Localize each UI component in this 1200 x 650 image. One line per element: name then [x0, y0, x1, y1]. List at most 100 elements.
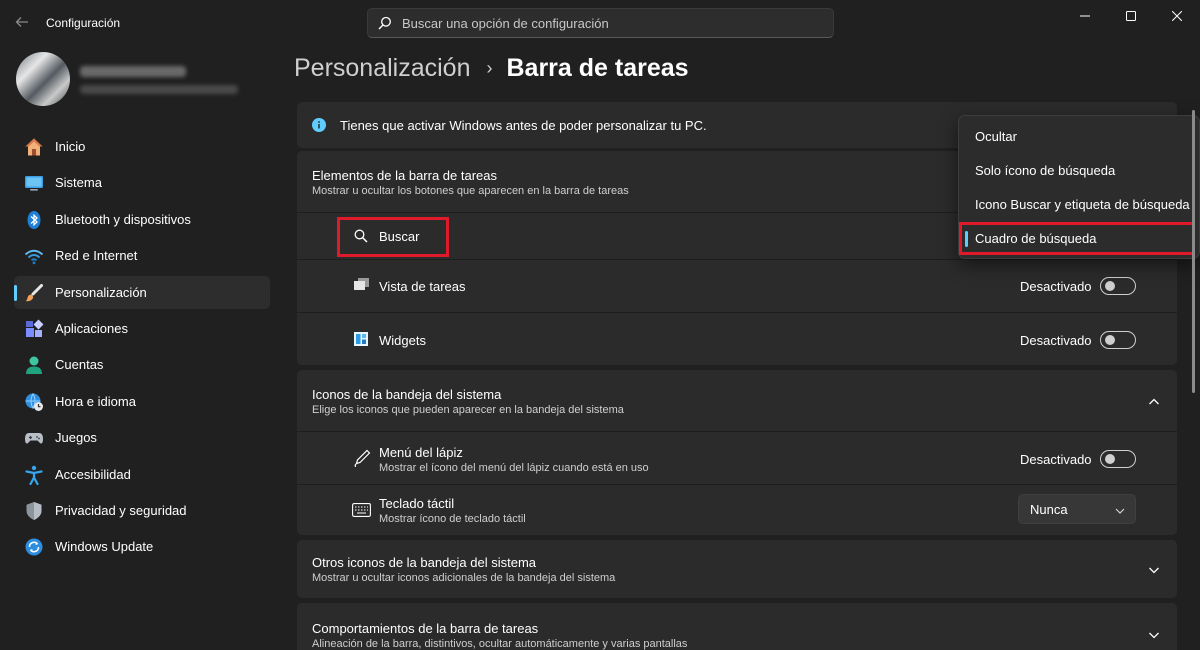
section-subtitle: Alineación de la barra, distintivos, ocu…	[312, 638, 688, 650]
sidebar-item-privacidad[interactable]: Privacidad y seguridad	[14, 494, 270, 527]
pen-menu-state: Desactivado	[1020, 452, 1092, 467]
sidebar-item-juegos[interactable]: Juegos	[14, 421, 270, 454]
app-title: Configuración	[46, 16, 121, 30]
chevron-down-icon	[1114, 504, 1126, 516]
settings-search-box[interactable]	[367, 8, 834, 38]
sidebar-item-personalizacion[interactable]: Personalización	[14, 275, 270, 309]
pen-icon	[353, 449, 371, 468]
brush-icon	[24, 283, 44, 303]
sidebar-nav: Inicio Sistema Bluetooth y dispositivos …	[14, 130, 270, 567]
task-view-state: Desactivado	[1020, 279, 1092, 294]
globe-clock-icon	[24, 392, 44, 412]
sidebar-item-label: Red e Internet	[55, 248, 138, 264]
bluetooth-icon	[24, 210, 44, 230]
section-subtitle: Mostrar u ocultar iconos adicionales de …	[312, 572, 616, 584]
touch-keyboard-dropdown[interactable]: Nunca	[1018, 494, 1136, 524]
section-title: Comportamientos de la barra de tareas	[312, 621, 539, 636]
pen-menu-toggle[interactable]	[1100, 450, 1136, 468]
sidebar-item-label: Hora e idioma	[55, 393, 136, 409]
title-bar: Configuración	[0, 0, 1200, 46]
section-title: Otros iconos de la bandeja del sistema	[312, 555, 537, 570]
sidebar-item-cuentas[interactable]: Cuentas	[14, 348, 270, 381]
sidebar-item-windows-update[interactable]: Windows Update	[14, 530, 270, 563]
sidebar-item-label: Inicio	[55, 139, 86, 154]
minimize-icon[interactable]	[1062, 0, 1108, 32]
sidebar-item-label: Privacidad y seguridad	[55, 502, 187, 518]
task-view-row: Vista de tareas Desactivado	[297, 260, 1177, 312]
dropdown-value: Nunca	[1030, 502, 1068, 517]
widgets-icon	[354, 332, 368, 346]
person-icon	[24, 355, 44, 375]
info-icon	[312, 118, 326, 132]
dropdown-option-solo-icono[interactable]: Solo ícono de búsqueda	[975, 163, 1115, 178]
breadcrumb: Personalización › Barra de tareas	[294, 54, 689, 83]
sidebar-item-label: Windows Update	[55, 539, 154, 555]
chevron-down-icon	[1148, 563, 1160, 575]
sidebar-item-label: Juegos	[55, 430, 97, 446]
sidebar-item-label: Personalización	[55, 284, 147, 300]
dropdown-option-icono-etiqueta[interactable]: Icono Buscar y etiqueta de búsqueda	[975, 197, 1190, 212]
sidebar-item-accesibilidad[interactable]: Accesibilidad	[14, 458, 270, 491]
notice-text: Tienes que activar Windows antes de pode…	[340, 118, 707, 133]
section-subtitle: Mostrar u ocultar los botones que aparec…	[312, 185, 629, 197]
touch-keyboard-row: Teclado táctil Mostrar ícono de teclado …	[297, 485, 1177, 535]
apps-icon	[24, 319, 44, 339]
sidebar-item-red[interactable]: Red e Internet	[14, 239, 270, 272]
widgets-toggle[interactable]	[1100, 331, 1136, 349]
update-icon	[24, 537, 44, 557]
keyboard-icon	[352, 503, 371, 517]
monitor-icon	[24, 173, 44, 193]
gamepad-icon	[24, 428, 44, 448]
accessibility-icon	[24, 465, 44, 485]
blurred-user-name	[80, 66, 186, 77]
other-tray-icons-section[interactable]: Otros iconos de la bandeja del sistema M…	[297, 540, 1177, 598]
sidebar-item-bluetooth[interactable]: Bluetooth y dispositivos	[14, 203, 270, 236]
task-view-label: Vista de tareas	[379, 279, 466, 294]
sidebar-item-label: Cuentas	[55, 357, 104, 373]
breadcrumb-separator: ›	[486, 58, 493, 78]
blurred-user-email	[80, 85, 238, 94]
tray-icons-section: Iconos de la bandeja del sistema Elige l…	[297, 370, 1177, 535]
breadcrumb-parent[interactable]: Personalización	[294, 54, 471, 83]
scrollbar-thumb[interactable]	[1192, 110, 1195, 393]
close-icon[interactable]	[1154, 0, 1200, 32]
sidebar-item-label: Accesibilidad	[55, 466, 131, 482]
tray-icons-header[interactable]: Iconos de la bandeja del sistema Elige l…	[297, 370, 1177, 431]
search-row-highlight	[337, 217, 449, 257]
home-icon	[24, 137, 44, 157]
sidebar-item-aplicaciones[interactable]: Aplicaciones	[14, 312, 270, 345]
section-title: Iconos de la bandeja del sistema	[312, 387, 502, 402]
selected-option-highlight	[959, 222, 1195, 255]
sidebar-item-label: Aplicaciones	[55, 320, 128, 336]
pen-menu-label: Menú del lápiz	[379, 445, 463, 460]
dropdown-option-ocultar[interactable]: Ocultar	[975, 129, 1017, 144]
section-title: Elementos de la barra de tareas	[312, 168, 497, 183]
wifi-icon	[24, 246, 44, 266]
chevron-up-icon	[1148, 395, 1160, 407]
sidebar-item-label: Sistema	[55, 175, 102, 191]
sidebar-item-hora[interactable]: Hora e idioma	[14, 385, 270, 418]
maximize-icon[interactable]	[1108, 0, 1154, 32]
shield-icon	[24, 501, 44, 521]
pen-menu-sublabel: Mostrar el ícono del menú del lápiz cuan…	[379, 462, 649, 474]
sidebar-item-inicio[interactable]: Inicio	[14, 130, 270, 163]
page-title: Barra de tareas	[506, 54, 689, 82]
search-icon	[378, 16, 392, 30]
chevron-down-icon	[1148, 628, 1160, 640]
sidebar-item-label: Bluetooth y dispositivos	[55, 211, 191, 227]
sidebar-item-sistema[interactable]: Sistema	[14, 166, 270, 199]
window-controls	[1062, 0, 1200, 32]
task-view-toggle[interactable]	[1100, 277, 1136, 295]
widgets-row: Widgets Desactivado	[297, 313, 1177, 365]
touch-keyboard-sublabel: Mostrar ícono de teclado táctil	[379, 513, 526, 525]
pen-menu-row: Menú del lápiz Mostrar el ícono del menú…	[297, 432, 1177, 484]
widgets-label: Widgets	[379, 333, 426, 348]
section-subtitle: Elige los iconos que pueden aparecer en …	[312, 404, 624, 416]
touch-keyboard-label: Teclado táctil	[379, 496, 455, 511]
avatar	[16, 52, 70, 106]
arrow-left-icon[interactable]	[14, 14, 30, 30]
taskbar-behaviors-section[interactable]: Comportamientos de la barra de tareas Al…	[297, 603, 1177, 650]
widgets-state: Desactivado	[1020, 333, 1092, 348]
task-view-icon	[354, 278, 370, 292]
settings-search-input[interactable]	[402, 9, 822, 37]
